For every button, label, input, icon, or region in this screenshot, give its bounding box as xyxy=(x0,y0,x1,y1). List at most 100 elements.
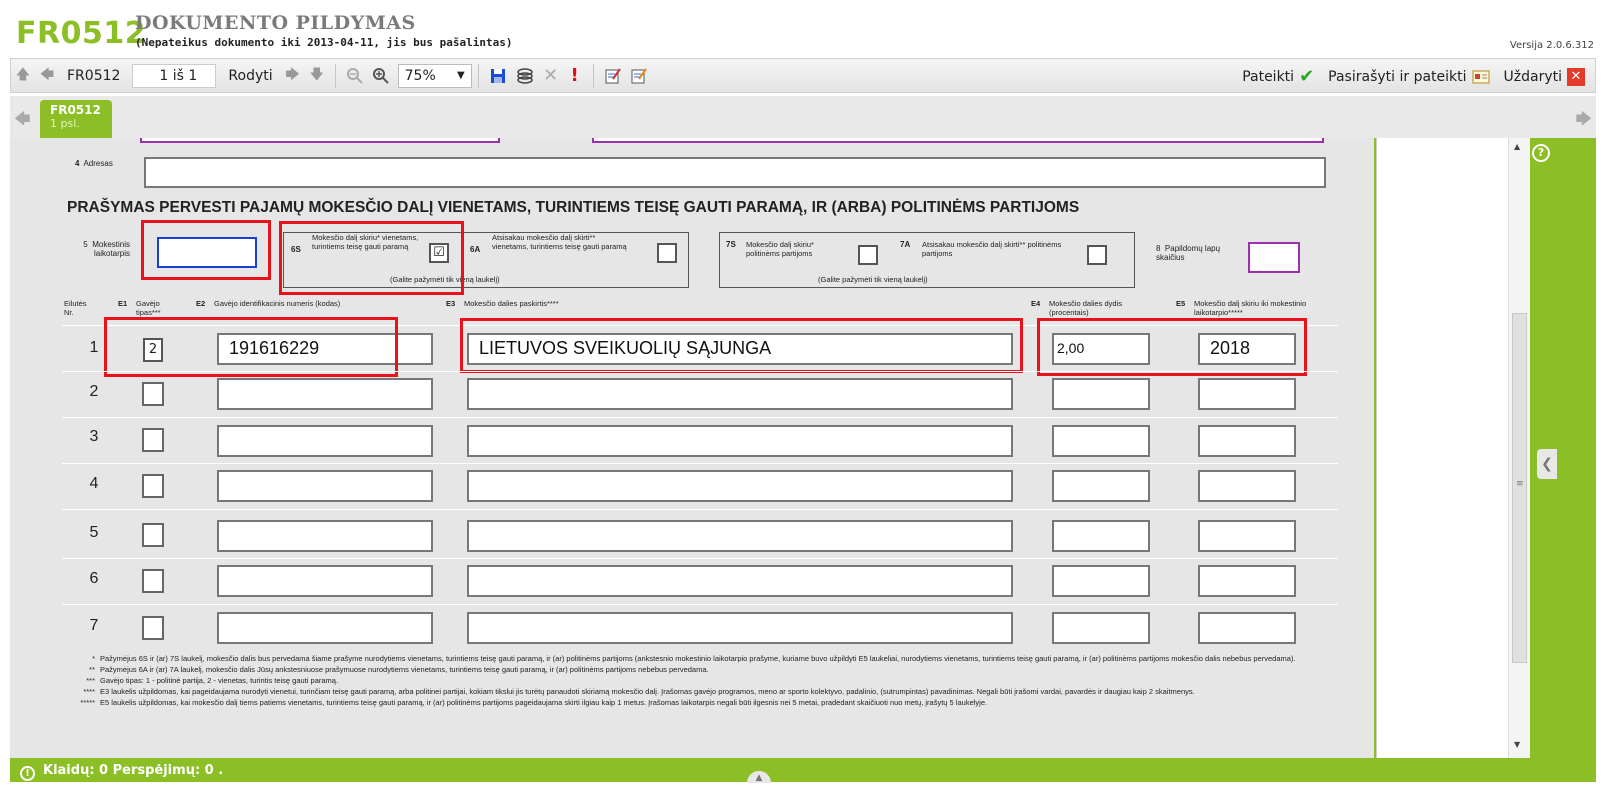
status-bar: ! Klaidų: 0 Perspėjimų: 0 . xyxy=(10,758,1596,782)
e1-field[interactable] xyxy=(142,474,164,498)
footnote: ***** E5 laukelis užpildomas, kai mokesči… xyxy=(80,698,1330,707)
e3-field[interactable] xyxy=(467,520,1013,552)
vertical-scrollbar[interactable]: ▲ ≡ ▼ xyxy=(1508,138,1530,758)
e5-field[interactable] xyxy=(1198,470,1296,502)
extra-pages-field[interactable] xyxy=(1248,242,1300,273)
edit-icon[interactable] xyxy=(600,63,626,89)
e2-field[interactable] xyxy=(217,425,433,457)
e2-field[interactable] xyxy=(217,565,433,597)
arrow-down-icon[interactable]: 🡇 xyxy=(305,63,329,89)
e4-field[interactable] xyxy=(1052,378,1150,410)
footnote-mark: ** xyxy=(89,665,95,674)
opt6a-checkbox[interactable] xyxy=(657,243,677,263)
previous-field-partial[interactable] xyxy=(592,138,1324,143)
sign-and-submit-button[interactable]: Pasirašyti ir pateikti xyxy=(1328,68,1490,85)
e3-field[interactable] xyxy=(467,470,1013,502)
e1-field[interactable] xyxy=(142,523,164,547)
tax-period-num: 5 xyxy=(83,240,88,249)
zoom-value: 75% xyxy=(404,67,436,84)
e4-field[interactable] xyxy=(1052,470,1150,502)
opt7a-code: 7A xyxy=(900,240,911,249)
footnote-text: Gavėjo tipas: 1 - politinė partija, 2 - … xyxy=(100,676,339,685)
submit-button[interactable]: Pateikti ✔ xyxy=(1242,66,1314,87)
e3-field[interactable] xyxy=(467,425,1013,457)
e4-field[interactable] xyxy=(1052,565,1150,597)
e1-field[interactable] xyxy=(142,428,164,452)
arrow-right-icon[interactable]: 🡆 xyxy=(281,63,305,89)
e2-field[interactable] xyxy=(217,612,433,644)
arrow-left-icon[interactable]: 🡄 xyxy=(35,63,59,89)
highlight-opt6s xyxy=(279,221,464,295)
highlight-e3 xyxy=(460,318,1023,373)
footnote-text: E3 laukelis užpildomas, kai pageidaujama… xyxy=(100,687,1195,696)
exclamation-icon[interactable]: ! xyxy=(563,63,587,89)
page-indicator-input[interactable]: 1 iš 1 xyxy=(132,63,217,88)
e3-field[interactable] xyxy=(467,612,1013,644)
e5-field[interactable] xyxy=(1198,565,1296,597)
col-e4-code: E4 xyxy=(1031,299,1041,308)
close-label: Uždaryti xyxy=(1503,68,1562,85)
footnote-mark: * xyxy=(92,654,95,663)
tax-period-text: Mokestinis laikotarpis xyxy=(92,240,130,259)
e4-field[interactable] xyxy=(1052,425,1150,457)
col-e3-code: E3 xyxy=(446,299,456,308)
side-panel xyxy=(1376,138,1530,758)
help-icon[interactable]: ? xyxy=(1532,144,1550,162)
e2-field[interactable] xyxy=(217,378,433,410)
delete-icon[interactable]: ✕ xyxy=(539,63,563,89)
col-e5-label: Mokesčio dalį skiriu iki mokestinio laik… xyxy=(1194,299,1307,317)
collapse-panel-button[interactable]: ❮ xyxy=(1537,449,1557,479)
arrow-up-icon[interactable]: 🡅 xyxy=(11,63,35,89)
close-button[interactable]: Uždaryti ✕ xyxy=(1503,67,1585,86)
sign-submit-label: Pasirašyti ir pateikti xyxy=(1328,68,1467,85)
e1-field[interactable] xyxy=(142,569,164,593)
scroll-thumb[interactable]: ≡ xyxy=(1512,313,1527,663)
zoom-out-icon[interactable] xyxy=(342,63,368,89)
warning-icon: ! xyxy=(20,766,35,781)
scroll-down-icon[interactable]: ▼ xyxy=(1514,740,1520,749)
zoom-in-icon[interactable] xyxy=(368,63,394,89)
footnote-mark: ***** xyxy=(80,698,95,707)
opt7a-checkbox[interactable] xyxy=(1087,245,1107,265)
arrow-left-icon[interactable]: 🡄 xyxy=(14,108,31,135)
address-field[interactable] xyxy=(144,157,1326,188)
toolbar: 🡅 🡄 FR0512 1 iš 1 Rodyti 🡆 🡇 75% ▼ ✕ ! P… xyxy=(10,58,1596,93)
e3-field[interactable] xyxy=(467,378,1013,410)
chevron-down-icon: ▼ xyxy=(456,70,465,81)
e5-field[interactable] xyxy=(1198,612,1296,644)
row-number: 1 xyxy=(89,339,99,356)
e5-field[interactable] xyxy=(1198,378,1296,410)
scroll-up-icon[interactable]: ▲ xyxy=(1514,142,1520,151)
e2-field[interactable] xyxy=(217,520,433,552)
e4-field[interactable] xyxy=(1052,520,1150,552)
opt7s-checkbox[interactable] xyxy=(858,245,878,265)
edit-check-icon[interactable] xyxy=(626,63,652,89)
row-number: 2 xyxy=(89,383,99,400)
stack-icon[interactable] xyxy=(511,63,539,89)
e3-field[interactable] xyxy=(467,565,1013,597)
extra-pages-text: Papildomų lapų skaičius xyxy=(1156,244,1221,263)
arrow-right-icon[interactable]: 🡆 xyxy=(1575,108,1592,135)
zoom-select[interactable]: 75% ▼ xyxy=(397,63,472,88)
save-icon[interactable] xyxy=(485,63,511,89)
e5-field[interactable] xyxy=(1198,520,1296,552)
version-label: Versija 2.0.6.312 xyxy=(1509,40,1594,51)
row-number: 6 xyxy=(89,570,99,587)
footnote: * Pažymėjus 6S ir (ar) 7S laukelį, mokesč… xyxy=(80,654,1330,663)
col-e2-code: E2 xyxy=(196,299,206,308)
previous-field-partial[interactable] xyxy=(140,138,500,143)
close-icon: ✕ xyxy=(1567,67,1585,86)
document-page: 4 Adresas PRAŠYMAS PERVESTI PAJAMŲ MOKES… xyxy=(10,138,1374,758)
opt6a-label: Atsisakau mokesčio dalį skirti** vieneta… xyxy=(492,233,627,251)
row-divider xyxy=(62,463,1338,464)
e4-field[interactable] xyxy=(1052,612,1150,644)
e2-field[interactable] xyxy=(217,470,433,502)
tab-fr0512[interactable]: FR0512 1 psl. xyxy=(40,100,112,138)
e1-field[interactable] xyxy=(142,382,164,406)
e1-field[interactable] xyxy=(142,616,164,640)
grip-icon: ≡ xyxy=(1516,479,1524,489)
row-divider xyxy=(62,558,1338,559)
footnote-text: Pažymėjus 6S ir (ar) 7S laukelį, mokesči… xyxy=(100,654,1296,663)
show-button[interactable]: Rodyti xyxy=(220,68,280,84)
e5-field[interactable] xyxy=(1198,425,1296,457)
